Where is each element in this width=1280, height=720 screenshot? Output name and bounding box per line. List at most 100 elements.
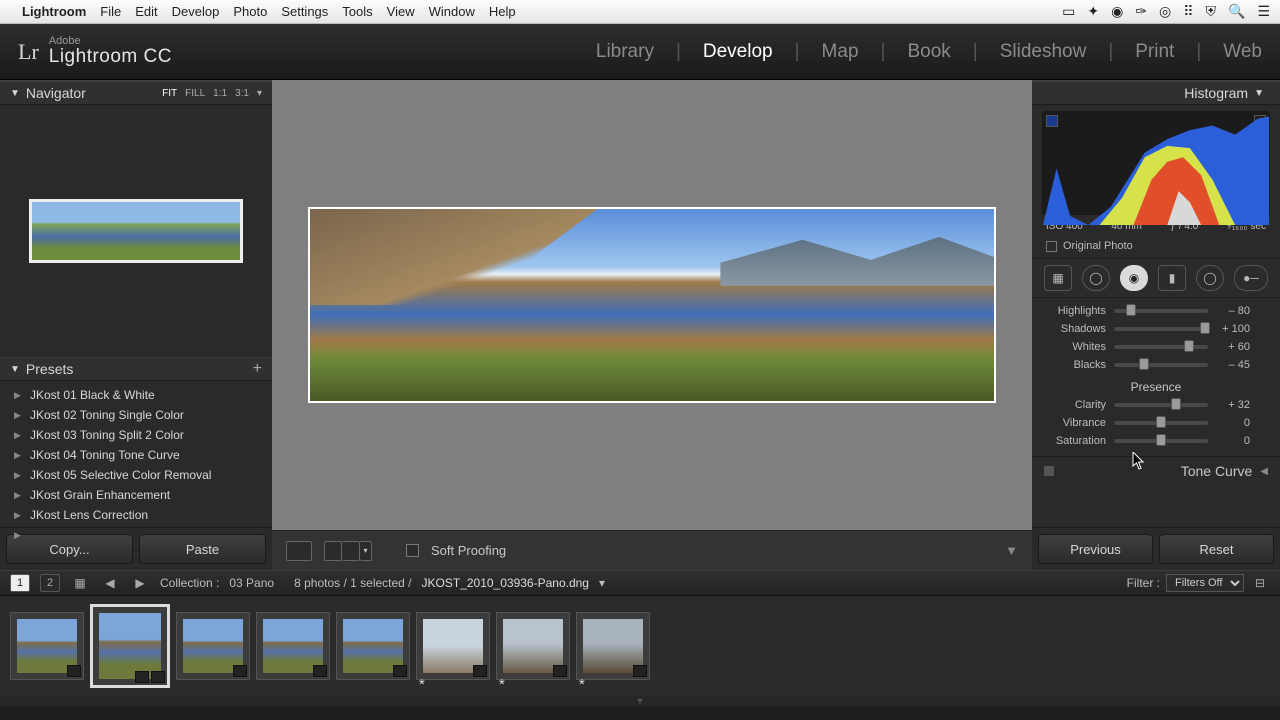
badge-icon xyxy=(633,665,647,677)
bottom-edge[interactable]: ▼ xyxy=(0,696,1280,706)
disclosure-icon[interactable]: ▼ xyxy=(10,88,20,99)
preset-folder[interactable]: ▶JKost 03 Toning Split 2 Color xyxy=(0,425,272,445)
listview-icon[interactable]: ☰ xyxy=(1257,3,1270,20)
navigator-preview[interactable] xyxy=(0,105,272,357)
spotlight-icon[interactable]: 🔍 xyxy=(1228,3,1245,20)
thumbnail-selected[interactable] xyxy=(90,604,170,688)
module-library[interactable]: Library xyxy=(596,41,654,63)
module-book[interactable]: Book xyxy=(907,41,950,63)
reset-button[interactable]: Reset xyxy=(1159,534,1274,564)
spot-tool-icon[interactable]: ◯ xyxy=(1082,265,1110,291)
original-photo-checkbox[interactable] xyxy=(1046,241,1057,252)
menu-tools[interactable]: Tools xyxy=(342,4,372,19)
product-label: Adobe Lightroom CC xyxy=(49,36,172,67)
copy-button[interactable]: Copy... xyxy=(6,534,133,564)
filter-select[interactable]: Filters Off xyxy=(1166,574,1244,592)
brush-tool-icon[interactable]: ●─ xyxy=(1234,265,1268,291)
menu-photo[interactable]: Photo xyxy=(233,4,267,19)
before-after-icon[interactable] xyxy=(342,541,360,561)
nav-back-icon[interactable]: ◀ xyxy=(100,574,120,592)
paste-button[interactable]: Paste xyxy=(139,534,266,564)
monitor-1-button[interactable]: 1 xyxy=(10,574,30,592)
status-icon[interactable]: ◎ xyxy=(1159,3,1171,20)
slider-whites[interactable]: Whites + 60 xyxy=(1044,338,1268,356)
menu-develop[interactable]: Develop xyxy=(172,4,220,19)
zoom-fit[interactable]: FIT xyxy=(162,88,177,99)
filename-menu-icon[interactable]: ▾ xyxy=(599,576,605,590)
slider-saturation[interactable]: Saturation 0 xyxy=(1044,432,1268,450)
status-icon[interactable]: ✑ xyxy=(1135,3,1147,20)
module-print[interactable]: Print xyxy=(1135,41,1174,63)
preset-folder[interactable]: ▶JKost 01 Black & White xyxy=(0,385,272,405)
tone-curve-header[interactable]: Tone Curve ◀ xyxy=(1032,456,1280,485)
slider-vibrance[interactable]: Vibrance 0 xyxy=(1044,414,1268,432)
grad-filter-icon[interactable]: ▮ xyxy=(1158,265,1186,291)
panel-switch-icon[interactable] xyxy=(1044,466,1054,476)
preset-folder[interactable]: ▶JKost Lens Correction xyxy=(0,505,272,525)
preset-folder[interactable]: ▶JKost 05 Selective Color Removal xyxy=(0,465,272,485)
before-after-menu-icon[interactable]: ▾ xyxy=(360,541,372,561)
disclosure-icon[interactable]: ▼ xyxy=(1254,88,1264,99)
basic-sliders: Highlights – 80 Shadows + 100 Whites + 6… xyxy=(1032,298,1280,456)
zoom-fill[interactable]: FILL xyxy=(185,88,205,99)
grid-icon[interactable]: ▦ xyxy=(70,574,90,592)
nav-fwd-icon[interactable]: ▶ xyxy=(130,574,150,592)
thumbnail[interactable]: * xyxy=(496,612,570,680)
preset-folder[interactable]: ▶JKost 02 Toning Single Color xyxy=(0,405,272,425)
photo[interactable] xyxy=(308,207,996,403)
thumbnail[interactable]: * xyxy=(416,612,490,680)
thumbnail[interactable]: * xyxy=(576,612,650,680)
menubar-app[interactable]: Lightroom xyxy=(22,4,86,19)
module-slideshow[interactable]: Slideshow xyxy=(1000,41,1087,63)
status-icon[interactable]: ▭ xyxy=(1062,3,1075,20)
presets-header[interactable]: ▼ Presets + xyxy=(0,357,272,381)
slider-shadows[interactable]: Shadows + 100 xyxy=(1044,320,1268,338)
histogram[interactable] xyxy=(1042,111,1270,215)
module-develop[interactable]: Develop xyxy=(703,41,773,63)
filmstrip[interactable]: * * * xyxy=(0,596,1280,696)
previous-button[interactable]: Previous xyxy=(1038,534,1153,564)
collection-name[interactable]: 03 Pano xyxy=(229,576,274,590)
filename[interactable]: JKOST_2010_03936-Pano.dng xyxy=(422,576,589,590)
zoom-3to1[interactable]: 3:1 xyxy=(235,88,249,99)
disclosure-icon[interactable]: ◀ xyxy=(1260,466,1268,477)
image-canvas[interactable] xyxy=(272,80,1032,530)
loupe-view-icon[interactable] xyxy=(286,541,312,561)
thumbnail[interactable] xyxy=(176,612,250,680)
crop-tool-icon[interactable]: ▦ xyxy=(1044,265,1072,291)
disclosure-icon[interactable]: ▼ xyxy=(10,364,20,375)
menu-view[interactable]: View xyxy=(387,4,415,19)
add-preset-icon[interactable]: + xyxy=(253,360,262,378)
status-icon[interactable]: ⠿ xyxy=(1183,3,1193,20)
menu-window[interactable]: Window xyxy=(429,4,475,19)
navigator-thumb[interactable] xyxy=(29,199,243,263)
thumbnail[interactable] xyxy=(10,612,84,680)
toolbar-menu-icon[interactable]: ▼ xyxy=(1005,543,1018,558)
radial-filter-icon[interactable]: ◯ xyxy=(1196,265,1224,291)
zoom-menu-icon[interactable]: ▾ xyxy=(257,88,262,99)
module-web[interactable]: Web xyxy=(1223,41,1262,63)
zoom-1to1[interactable]: 1:1 xyxy=(213,88,227,99)
menu-settings[interactable]: Settings xyxy=(281,4,328,19)
menu-file[interactable]: File xyxy=(100,4,121,19)
redeye-tool-icon[interactable]: ◉ xyxy=(1120,265,1148,291)
filter-lock-icon[interactable]: ⊟ xyxy=(1250,574,1270,592)
soft-proof-checkbox[interactable] xyxy=(406,544,419,557)
before-after-icon[interactable] xyxy=(324,541,342,561)
menu-help[interactable]: Help xyxy=(489,4,516,19)
preset-folder[interactable]: ▶JKost 04 Toning Tone Curve xyxy=(0,445,272,465)
slider-highlights[interactable]: Highlights – 80 xyxy=(1044,302,1268,320)
slider-clarity[interactable]: Clarity + 32 xyxy=(1044,396,1268,414)
menu-edit[interactable]: Edit xyxy=(135,4,157,19)
module-map[interactable]: Map xyxy=(822,41,859,63)
slider-blacks[interactable]: Blacks – 45 xyxy=(1044,356,1268,374)
status-icon[interactable]: ✦ xyxy=(1087,3,1099,20)
navigator-header[interactable]: ▼ Navigator FIT FILL 1:1 3:1 ▾ xyxy=(0,81,272,105)
thumbnail[interactable] xyxy=(336,612,410,680)
histogram-header[interactable]: Histogram ▼ xyxy=(1032,81,1280,105)
thumbnail[interactable] xyxy=(256,612,330,680)
status-icon[interactable]: ⛨ xyxy=(1206,3,1217,20)
preset-folder[interactable]: ▶JKost Grain Enhancement xyxy=(0,485,272,505)
status-icon[interactable]: ◉ xyxy=(1111,3,1123,20)
monitor-2-button[interactable]: 2 xyxy=(40,574,60,592)
